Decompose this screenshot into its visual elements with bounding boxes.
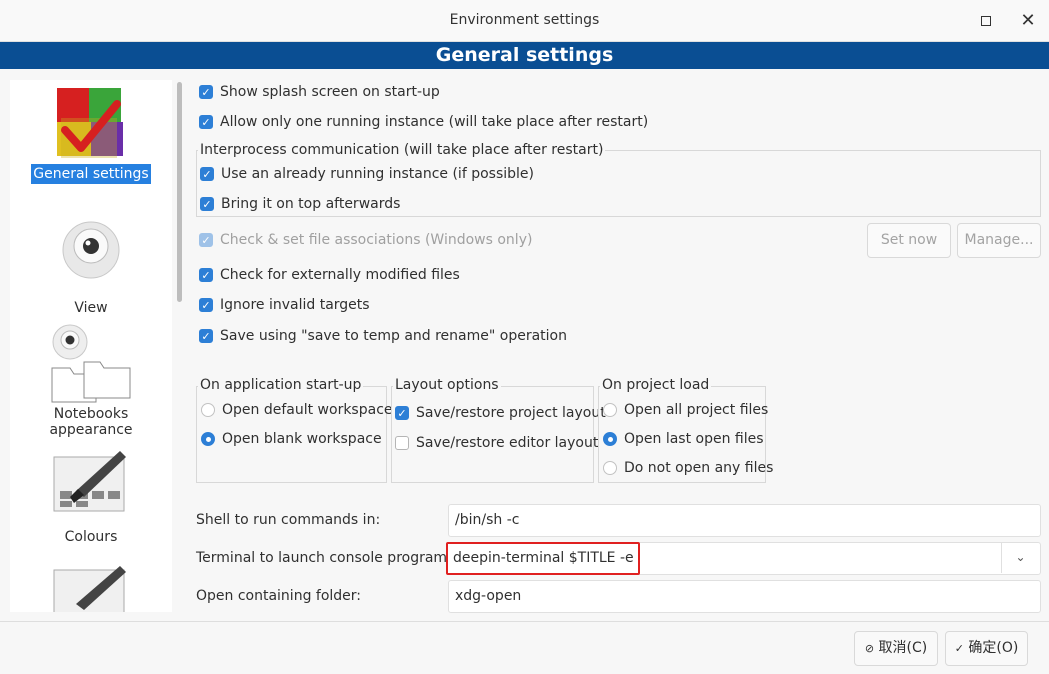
radio-label: Open blank workspace [222,431,382,447]
radio-icon [201,432,215,446]
check-icon: ✓ [395,406,409,420]
terminal-label: Terminal to launch console programs: [196,550,460,566]
cancel-button[interactable]: ⊘ 取消(C) [854,631,938,666]
general-settings-icon [57,88,123,158]
sidebar-item-label: Colours [64,529,118,545]
use-running-instance-checkbox[interactable]: ✓ Use an already running instance (if pos… [200,166,534,182]
sidebar-item-notebooks-appearance[interactable]: Notebooks appearance [10,320,172,440]
checkbox-label: Show splash screen on start-up [220,84,440,100]
check-icon [395,436,409,450]
section-banner: General settings [0,42,1049,69]
window-title: Environment settings [449,12,600,28]
startup-group-title: On application start-up [198,377,364,393]
cancel-label: 取消(C) [878,640,928,656]
checkbox-label: Use an already running instance (if poss… [221,166,534,182]
radio-icon [201,403,215,417]
sidebar-item-general-settings[interactable]: General settings [10,82,172,184]
brush-tool-icon [53,566,126,612]
notebooks-folders-icon [51,324,131,403]
checkbox-label: Check for externally modified files [220,267,460,283]
ok-button[interactable]: ✓ 确定(O) [945,631,1028,666]
check-icon: ✓ [200,197,214,211]
ignore-invalid-targets-checkbox[interactable]: ✓ Ignore invalid targets [199,297,370,313]
check-icon: ✓ [199,115,213,129]
shell-label: Shell to run commands in: [196,512,381,528]
checkbox-label: Save using "save to temp and rename" ope… [220,328,567,344]
sidebar-scroll-thumb[interactable] [177,82,182,302]
title-bar: Environment settings ✕ [0,0,1049,42]
footer-divider [0,621,1049,622]
folder-label: Open containing folder: [196,588,362,604]
open-folder-input[interactable]: xdg-open [448,580,1041,613]
restore-project-layout-checkbox[interactable]: ✓ Save/restore project layout [395,405,606,421]
check-icon: ✓ [199,298,213,312]
chevron-down-icon[interactable]: ⌄ [1001,542,1039,573]
single-instance-checkbox[interactable]: ✓ Allow only one running instance (will t… [199,114,648,130]
open-default-workspace-radio[interactable]: Open default workspace [201,402,393,418]
close-icon: ✕ [1020,10,1036,31]
shell-input[interactable]: /bin/sh -c [448,504,1041,537]
radio-label: Do not open any files [624,460,774,476]
open-all-project-files-radio[interactable]: Open all project files [603,402,768,418]
show-splash-checkbox[interactable]: ✓ Show splash screen on start-up [199,84,440,100]
layout-options-title: Layout options [393,377,501,393]
check-icon: ✓ [199,233,213,247]
externally-modified-checkbox[interactable]: ✓ Check for externally modified files [199,267,460,283]
radio-icon [603,461,617,475]
bring-on-top-checkbox[interactable]: ✓ Bring it on top afterwards [200,196,400,212]
checkbox-label: Ignore invalid targets [220,297,370,313]
checkbox-label: Check & set file associations (Windows o… [220,232,533,248]
radio-label: Open default workspace [222,402,393,418]
radio-icon [603,432,617,446]
sidebar-item-label: Notebooks appearance [49,406,133,438]
open-blank-workspace-radio[interactable]: Open blank workspace [201,431,382,447]
radio-label: Open last open files [624,431,764,447]
ok-label: 确定(O) [968,640,1019,656]
ipc-group-title: Interprocess communication (will take pl… [198,142,606,158]
sidebar-item-colours[interactable]: Colours [10,445,172,547]
checkbox-label: Allow only one running instance (will ta… [220,114,649,130]
check-icon: ✓ [954,642,964,655]
project-load-title: On project load [600,377,712,393]
check-icon: ✓ [200,167,214,181]
close-button[interactable]: ✕ [1017,10,1039,32]
check-icon: ✓ [199,329,213,343]
sidebar-item-view[interactable]: View [10,216,172,318]
maximize-icon [981,16,991,26]
maximize-button[interactable] [975,10,997,32]
terminal-combobox[interactable]: deepin-terminal $TITLE -e [446,542,1041,575]
do-not-open-files-radio[interactable]: Do not open any files [603,460,773,476]
sidebar-item-label: General settings [31,164,151,184]
colours-palette-icon [53,451,126,512]
set-now-button[interactable]: Set now [867,223,951,258]
check-icon: ✓ [199,268,213,282]
cancel-icon: ⊘ [864,642,875,655]
check-icon: ✓ [199,85,213,99]
save-temp-rename-checkbox[interactable]: ✓ Save using "save to temp and rename" op… [199,328,567,344]
checkbox-label: Save/restore project layout [416,405,606,421]
open-last-open-files-radio[interactable]: Open last open files [603,431,764,447]
sidebar-item-next[interactable] [10,564,172,612]
radio-label: Open all project files [624,402,769,418]
restore-editor-layout-checkbox[interactable]: Save/restore editor layout [395,435,598,451]
file-associations-checkbox[interactable]: ✓ Check & set file associations (Windows … [199,232,532,248]
checkbox-label: Save/restore editor layout [416,435,599,451]
radio-icon [603,403,617,417]
checkbox-label: Bring it on top afterwards [221,196,401,212]
sidebar-item-label: View [74,300,108,316]
sidebar: General settings View Notebooks appearan… [10,80,172,612]
manage-button[interactable]: Manage... [957,223,1041,258]
view-eye-icon [62,221,120,279]
